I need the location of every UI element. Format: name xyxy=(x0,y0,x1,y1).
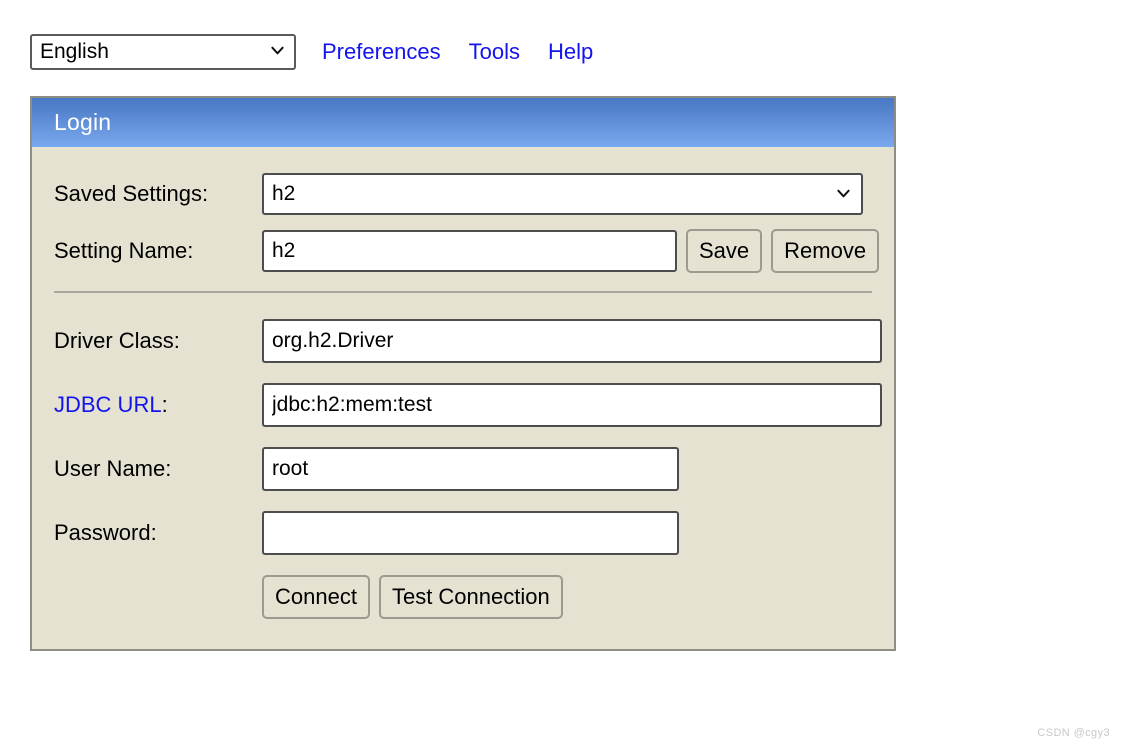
login-panel-body: Saved Settings: h2 Setting Name: Save Re… xyxy=(32,147,894,649)
user-name-input[interactable] xyxy=(262,447,679,491)
toolbar-link-help[interactable]: Help xyxy=(548,39,593,65)
row-jdbc-url: JDBC URL: xyxy=(32,383,894,427)
login-panel: Login Saved Settings: h2 Setting Name: S… xyxy=(30,96,896,651)
section-divider xyxy=(54,291,872,293)
top-toolbar: English Preferences Tools Help xyxy=(30,34,593,70)
saved-settings-select[interactable]: h2 xyxy=(262,173,863,215)
remove-button[interactable]: Remove xyxy=(771,229,880,273)
label-user-name: User Name: xyxy=(54,456,172,481)
label-saved-settings: Saved Settings: xyxy=(54,181,209,206)
label-jdbc-url: JDBC URL: xyxy=(54,392,262,418)
label-driver-class: Driver Class: xyxy=(54,328,180,353)
label-password: Password: xyxy=(54,520,157,545)
toolbar-link-tools[interactable]: Tools xyxy=(469,39,520,65)
save-button[interactable]: Save xyxy=(686,229,763,273)
saved-settings-select-wrapper[interactable]: h2 xyxy=(262,173,863,215)
watermark: CSDN @cgy3 xyxy=(1037,727,1110,739)
label-setting-name: Setting Name: xyxy=(54,238,194,263)
row-setting-name: Setting Name: Save Remove xyxy=(32,229,894,273)
setting-name-input[interactable] xyxy=(262,230,677,272)
jdbc-url-input[interactable] xyxy=(262,383,882,427)
connect-button[interactable]: Connect xyxy=(262,575,370,619)
password-input[interactable] xyxy=(262,511,679,555)
toolbar-link-preferences[interactable]: Preferences xyxy=(322,39,441,65)
language-select[interactable]: English xyxy=(30,34,296,70)
login-panel-header: Login xyxy=(32,98,894,147)
driver-class-input[interactable] xyxy=(262,319,882,363)
row-driver-class: Driver Class: xyxy=(32,319,894,363)
jdbc-url-help-link[interactable]: JDBC URL xyxy=(54,392,162,417)
test-connection-button[interactable]: Test Connection xyxy=(378,575,563,619)
panel-title: Login xyxy=(54,109,112,135)
row-saved-settings: Saved Settings: h2 xyxy=(32,173,894,215)
label-jdbc-url-colon: : xyxy=(161,392,168,417)
row-password: Password: xyxy=(32,511,894,555)
row-user-name: User Name: xyxy=(32,447,894,491)
language-select-wrapper[interactable]: English xyxy=(30,34,296,70)
toolbar-links: Preferences Tools Help xyxy=(322,39,593,65)
row-actions: Connect Test Connection xyxy=(32,575,894,619)
